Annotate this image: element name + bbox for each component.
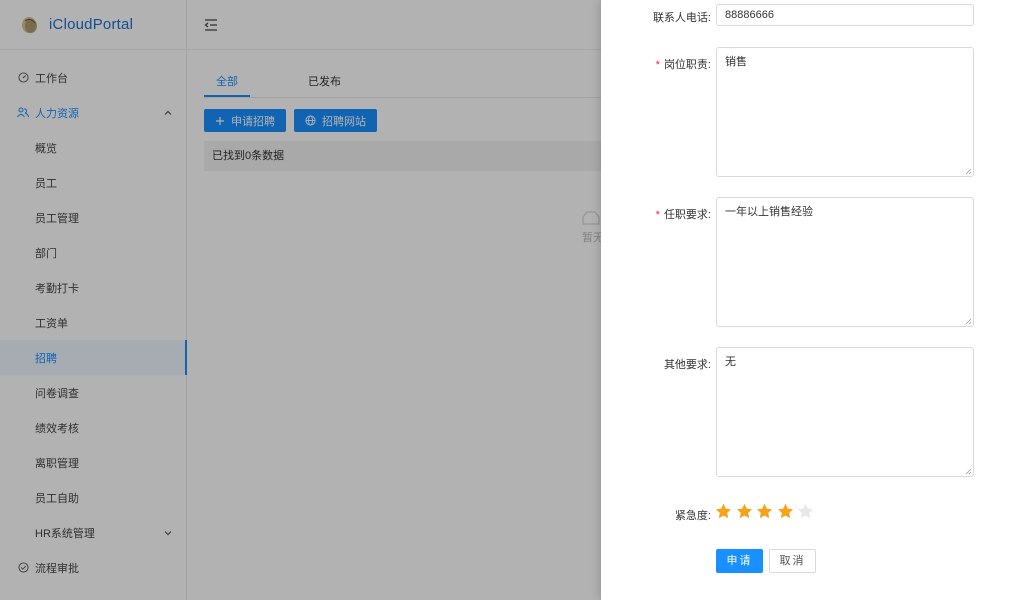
other-value: 无: [725, 356, 736, 368]
resize-handle-icon[interactable]: [965, 168, 972, 175]
urgency-rating[interactable]: [715, 503, 818, 520]
duty-value: 销售: [725, 56, 747, 68]
required-mark: *: [655, 209, 660, 221]
phone-input[interactable]: 88886666: [716, 4, 974, 26]
cancel-button[interactable]: 取消: [769, 549, 816, 573]
duty-label-text: 岗位职责:: [663, 59, 711, 71]
duty-textarea[interactable]: 销售: [716, 47, 974, 177]
urgency-label: 紧急度:: [601, 507, 711, 523]
recruitment-form-drawer: 联系人电话: 88886666 * 岗位职责: 销售 * 任职要求: 一年以上销售经…: [601, 0, 1024, 600]
resize-handle-icon[interactable]: [965, 468, 972, 475]
urgency-label-text: 紧急度:: [674, 510, 711, 522]
requirement-value: 一年以上销售经验: [725, 206, 813, 218]
requirement-label: * 任职要求:: [601, 206, 711, 222]
star-filled-icon[interactable]: [756, 503, 773, 520]
other-textarea[interactable]: 无: [716, 347, 974, 477]
required-mark: *: [655, 59, 660, 71]
star-filled-icon[interactable]: [777, 503, 794, 520]
resize-handle-icon[interactable]: [965, 318, 972, 325]
star-filled-icon[interactable]: [715, 503, 732, 520]
submit-button[interactable]: 申请: [716, 549, 763, 573]
duty-label: * 岗位职责:: [601, 56, 711, 72]
phone-label: 联系人电话:: [601, 9, 711, 25]
other-label: 其他要求:: [601, 356, 711, 372]
star-empty-icon[interactable]: [797, 503, 814, 520]
requirement-label-text: 任职要求:: [663, 209, 711, 221]
requirement-textarea[interactable]: 一年以上销售经验: [716, 197, 974, 327]
star-filled-icon[interactable]: [736, 503, 753, 520]
other-label-text: 其他要求:: [663, 359, 711, 371]
phone-label-text: 联系人电话:: [652, 12, 711, 24]
